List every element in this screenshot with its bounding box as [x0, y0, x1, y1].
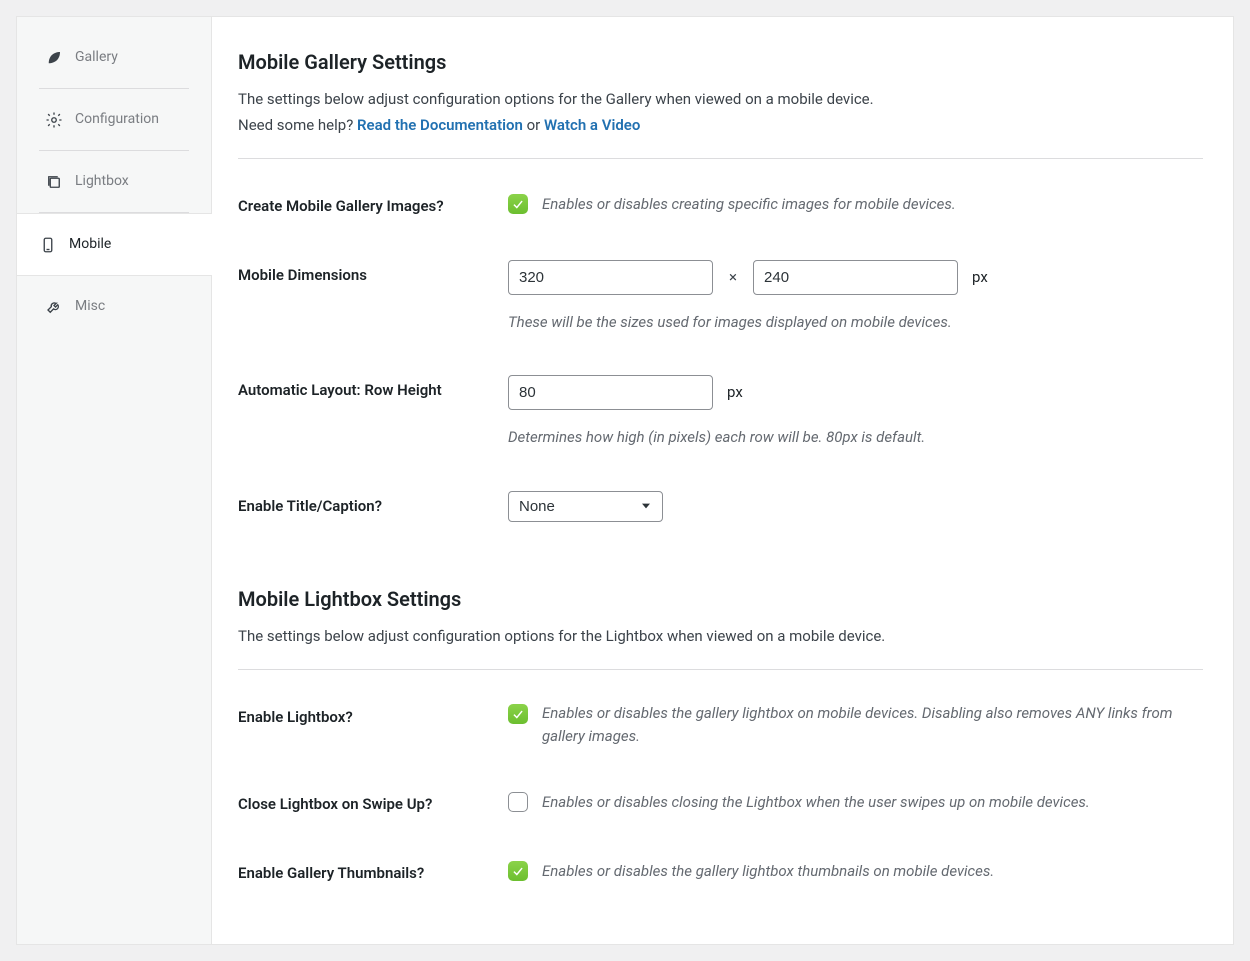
section-title: Mobile Gallery Settings — [238, 47, 1203, 77]
sidebar-item-configuration[interactable]: Configuration — [23, 89, 205, 150]
checkbox-enable-lightbox[interactable] — [508, 704, 528, 724]
leaf-icon — [45, 49, 63, 67]
row-enable-lightbox: Enable Lightbox? Enables or disables the… — [238, 702, 1203, 747]
wrench-icon — [45, 298, 63, 316]
divider — [238, 158, 1203, 159]
unit-label: px — [727, 381, 743, 404]
row-close-swipe-up: Close Lightbox on Swipe Up? Enables or d… — [238, 789, 1203, 816]
field-desc: Enables or disables the gallery lightbox… — [542, 702, 1203, 747]
input-row-height[interactable] — [508, 375, 713, 410]
sidebar-item-mobile[interactable]: Mobile — [17, 213, 211, 276]
sidebar-item-lightbox[interactable]: Lightbox — [23, 151, 205, 212]
divider — [238, 669, 1203, 670]
sidebar-item-label: Lightbox — [75, 171, 129, 192]
sidebar-item-label: Configuration — [75, 109, 159, 130]
sidebar-item-gallery[interactable]: Gallery — [23, 27, 205, 88]
checkbox-enable-thumbnails[interactable] — [508, 861, 528, 881]
sidebar-item-label: Misc — [75, 296, 105, 317]
link-read-docs[interactable]: Read the Documentation — [357, 116, 523, 134]
section-intro: The settings below adjust configuration … — [238, 624, 1203, 650]
field-label: Enable Lightbox? — [238, 702, 508, 747]
section-title: Mobile Lightbox Settings — [238, 584, 1203, 614]
row-title-caption: Enable Title/Caption? None — [238, 491, 1203, 522]
field-desc: Enables or disables creating specific im… — [542, 193, 956, 216]
section-intro: The settings below adjust configuration … — [238, 87, 1203, 138]
row-enable-thumbnails: Enable Gallery Thumbnails? Enables or di… — [238, 858, 1203, 885]
mobile-icon — [39, 236, 57, 254]
field-label: Create Mobile Gallery Images? — [238, 191, 508, 218]
layers-icon — [45, 173, 63, 191]
field-desc: Enables or disables the gallery lightbox… — [542, 860, 994, 883]
row-mobile-dimensions: Mobile Dimensions × px These will be the… — [238, 260, 1203, 334]
checkbox-close-swipe-up[interactable] — [508, 792, 528, 812]
field-desc: Enables or disables closing the Lightbox… — [542, 791, 1090, 814]
field-label: Enable Title/Caption? — [238, 491, 508, 522]
field-label: Mobile Dimensions — [238, 260, 508, 334]
gear-icon — [45, 111, 63, 129]
check-icon — [511, 707, 525, 721]
check-icon — [511, 864, 525, 878]
field-help: These will be the sizes used for images … — [508, 311, 1203, 334]
check-icon — [511, 197, 525, 211]
row-row-height: Automatic Layout: Row Height px Determin… — [238, 375, 1203, 449]
sidebar-item-misc[interactable]: Misc — [23, 276, 205, 337]
unit-label: px — [972, 266, 988, 289]
sidebar: Gallery Configuration Lightbox Mobile Mi… — [17, 17, 212, 944]
checkbox-create-mobile-images[interactable] — [508, 194, 528, 214]
sidebar-item-label: Gallery — [75, 47, 118, 68]
field-label: Close Lightbox on Swipe Up? — [238, 789, 508, 816]
input-mobile-height[interactable] — [753, 260, 958, 295]
select-title-caption[interactable]: None — [508, 491, 663, 522]
field-label: Automatic Layout: Row Height — [238, 375, 508, 449]
dimension-separator: × — [727, 266, 739, 289]
content: Mobile Gallery Settings The settings bel… — [212, 17, 1233, 944]
row-create-mobile-images: Create Mobile Gallery Images? Enables or… — [238, 191, 1203, 218]
sidebar-item-label: Mobile — [69, 234, 111, 255]
input-mobile-width[interactable] — [508, 260, 713, 295]
field-label: Enable Gallery Thumbnails? — [238, 858, 508, 885]
link-watch-video[interactable]: Watch a Video — [544, 116, 640, 134]
field-help: Determines how high (in pixels) each row… — [508, 426, 1203, 449]
